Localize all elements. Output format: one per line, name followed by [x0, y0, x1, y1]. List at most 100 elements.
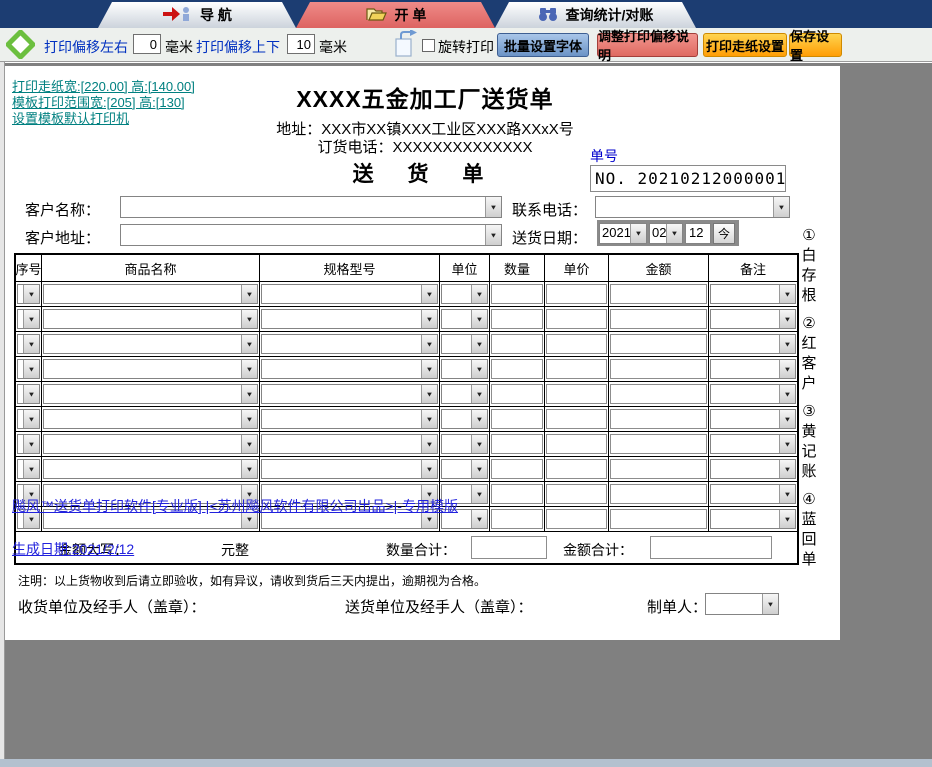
dropdown-arrow-icon[interactable] — [471, 335, 487, 353]
dropdown-arrow-icon[interactable] — [23, 435, 39, 453]
spec-select[interactable] — [261, 434, 438, 454]
qty-total-input[interactable] — [471, 536, 547, 559]
product-select[interactable] — [43, 434, 258, 454]
dropdown-arrow-icon[interactable] — [421, 310, 437, 328]
unit-select[interactable] — [441, 334, 488, 354]
day-field[interactable]: 12 — [685, 222, 711, 244]
dropdown-arrow-icon[interactable] — [241, 360, 257, 378]
price-input[interactable] — [546, 334, 607, 354]
dropdown-arrow-icon[interactable] — [779, 485, 795, 503]
dropdown-arrow-icon[interactable] — [421, 435, 437, 453]
dropdown-arrow-icon[interactable] — [779, 385, 795, 403]
offset-ud-input[interactable] — [287, 34, 315, 54]
seq-select[interactable] — [17, 359, 40, 379]
dropdown-arrow-icon[interactable] — [421, 335, 437, 353]
year-select[interactable]: 2021 — [599, 222, 647, 244]
qty-input[interactable] — [491, 434, 543, 454]
dropdown-arrow-icon[interactable] — [23, 285, 39, 303]
spec-select[interactable] — [261, 409, 438, 429]
dropdown-arrow-icon[interactable] — [421, 360, 437, 378]
amount-input[interactable] — [610, 509, 707, 529]
amount-input[interactable] — [610, 359, 707, 379]
customer-address-select[interactable] — [120, 224, 502, 246]
generated-date-link[interactable]: 生成日期:2021/2/12 — [12, 539, 134, 559]
spec-select[interactable] — [261, 284, 438, 304]
dropdown-arrow-icon[interactable] — [471, 485, 487, 503]
unit-select[interactable] — [441, 409, 488, 429]
product-select[interactable] — [43, 359, 258, 379]
dropdown-arrow-icon[interactable] — [421, 460, 437, 478]
qty-input[interactable] — [491, 309, 543, 329]
dropdown-arrow-icon[interactable] — [471, 360, 487, 378]
remark-select[interactable] — [710, 509, 796, 529]
amount-input[interactable] — [610, 459, 707, 479]
qty-input[interactable] — [491, 409, 543, 429]
dropdown-arrow-icon[interactable] — [762, 594, 778, 614]
dropdown-arrow-icon[interactable] — [471, 410, 487, 428]
qty-input[interactable] — [491, 334, 543, 354]
dropdown-arrow-icon[interactable] — [471, 385, 487, 403]
dropdown-arrow-icon[interactable] — [241, 410, 257, 428]
spec-select[interactable] — [261, 459, 438, 479]
amount-input[interactable] — [610, 434, 707, 454]
price-input[interactable] — [546, 359, 607, 379]
qty-input[interactable] — [491, 359, 543, 379]
unit-select[interactable] — [441, 309, 488, 329]
unit-select[interactable] — [441, 434, 488, 454]
price-input[interactable] — [546, 509, 607, 529]
remark-select[interactable] — [710, 434, 796, 454]
dropdown-arrow-icon[interactable] — [471, 510, 487, 528]
amount-input[interactable] — [610, 309, 707, 329]
dropdown-arrow-icon[interactable] — [241, 385, 257, 403]
adjust-offset-help-button[interactable]: 调整打印偏移说明 — [597, 29, 698, 63]
dropdown-arrow-icon[interactable] — [421, 385, 437, 403]
unit-select[interactable] — [441, 359, 488, 379]
remark-select[interactable] — [710, 484, 796, 504]
dropdown-arrow-icon[interactable] — [421, 410, 437, 428]
qty-input[interactable] — [491, 459, 543, 479]
seq-select[interactable] — [17, 384, 40, 404]
product-select[interactable] — [43, 409, 258, 429]
qty-input[interactable] — [491, 509, 543, 529]
qty-input[interactable] — [491, 384, 543, 404]
qty-input[interactable] — [491, 484, 543, 504]
dropdown-arrow-icon[interactable] — [23, 385, 39, 403]
paper-feed-settings-button[interactable]: 打印走纸设置 — [703, 33, 787, 57]
dropdown-arrow-icon[interactable] — [779, 410, 795, 428]
product-select[interactable] — [43, 384, 258, 404]
remark-select[interactable] — [710, 459, 796, 479]
unit-select[interactable] — [441, 459, 488, 479]
order-no-input[interactable] — [590, 165, 786, 192]
dropdown-arrow-icon[interactable] — [471, 460, 487, 478]
unit-select[interactable] — [441, 384, 488, 404]
dropdown-arrow-icon[interactable] — [471, 285, 487, 303]
amount-total-input[interactable] — [650, 536, 772, 559]
dropdown-arrow-icon[interactable] — [23, 410, 39, 428]
product-select[interactable] — [43, 334, 258, 354]
price-input[interactable] — [546, 384, 607, 404]
tab-query-stats[interactable]: 查询统计/对账 — [495, 2, 696, 28]
remark-select[interactable] — [710, 409, 796, 429]
seq-select[interactable] — [17, 434, 40, 454]
dropdown-arrow-icon[interactable] — [485, 197, 501, 217]
dropdown-arrow-icon[interactable] — [779, 310, 795, 328]
remark-select[interactable] — [710, 309, 796, 329]
software-watermark-link[interactable]: 飚风™送货单打印软件[专业版] |<苏州飚风软件有限公司出品>|-专用模版 — [12, 496, 458, 516]
seq-select[interactable] — [17, 409, 40, 429]
dropdown-arrow-icon[interactable] — [23, 360, 39, 378]
dropdown-arrow-icon[interactable] — [779, 435, 795, 453]
dropdown-arrow-icon[interactable] — [241, 335, 257, 353]
dropdown-arrow-icon[interactable] — [630, 223, 646, 243]
offset-lr-input[interactable] — [133, 34, 161, 54]
dropdown-arrow-icon[interactable] — [23, 335, 39, 353]
spec-select[interactable] — [261, 334, 438, 354]
today-button[interactable]: 今 — [713, 222, 735, 244]
dropdown-arrow-icon[interactable] — [779, 360, 795, 378]
save-settings-button[interactable]: 保存设置 — [789, 29, 842, 63]
dropdown-arrow-icon[interactable] — [666, 223, 682, 243]
amount-input[interactable] — [610, 384, 707, 404]
dropdown-arrow-icon[interactable] — [241, 460, 257, 478]
dropdown-arrow-icon[interactable] — [779, 335, 795, 353]
price-input[interactable] — [546, 309, 607, 329]
dropdown-arrow-icon[interactable] — [421, 285, 437, 303]
